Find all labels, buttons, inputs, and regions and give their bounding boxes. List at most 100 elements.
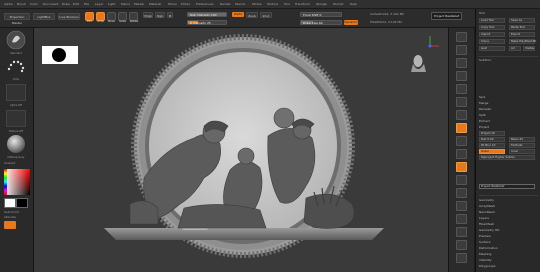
brush-standard-button[interactable]: Standard [3, 30, 29, 55]
menu-help[interactable]: Help [350, 2, 357, 6]
stroke-dots-button[interactable]: Dots [3, 56, 29, 81]
menu-texture[interactable]: Texture [267, 2, 278, 6]
xyz-icon[interactable] [456, 149, 467, 159]
dist-slider[interactable]: Dist 0.02 [479, 137, 505, 142]
rgb-button[interactable]: Rgb [155, 12, 165, 18]
prop-spix[interactable]: Spix [479, 95, 485, 100]
project-basrelief-button[interactable]: Project BasRelief [479, 184, 535, 189]
aahalf-icon[interactable] [456, 97, 467, 107]
section-polygroups[interactable]: Polygroups [479, 264, 495, 269]
alternate-toggle[interactable] [4, 221, 16, 229]
section-layers[interactable]: Layers [479, 216, 489, 221]
rotate-button[interactable]: Rotate [129, 12, 138, 23]
menu-tool[interactable]: Tool [284, 2, 290, 6]
all-button[interactable]: All [509, 46, 521, 51]
projection-master-button[interactable]: Projection Master [4, 13, 30, 25]
section-preview[interactable]: Preview [479, 234, 491, 239]
menu-file[interactable]: File [84, 2, 89, 6]
menu-picker[interactable]: Picker [181, 2, 190, 6]
subtool-header[interactable]: SubTool [479, 58, 491, 63]
rotate3d-icon[interactable] [456, 201, 467, 211]
section-visibility[interactable]: Visibility [479, 258, 492, 263]
import-button[interactable]: Import [479, 32, 505, 37]
section-nanomesh[interactable]: NanoMesh [479, 210, 495, 215]
alpha-button[interactable]: Alpha Off [3, 82, 29, 107]
copy-tool-button[interactable]: Copy Tool [479, 25, 505, 30]
texture-button[interactable]: Texture Off [3, 108, 29, 133]
menu-material[interactable]: Material [149, 2, 161, 6]
zadd-button[interactable]: Zadd [232, 12, 244, 17]
prop-project[interactable]: Project [479, 125, 489, 130]
persp-icon[interactable] [456, 110, 467, 120]
outer-toggle[interactable]: Outer [479, 149, 505, 154]
mrgb-button[interactable]: Mrgb [143, 12, 153, 18]
menu-color[interactable]: Color [30, 2, 38, 6]
export-button[interactable]: Export [509, 32, 535, 37]
reproject-higher-subdiv-button[interactable]: Reproject Higher Subdiv [479, 155, 535, 160]
menu-document[interactable]: Document [43, 2, 59, 6]
edit-button[interactable]: Edit [85, 12, 94, 23]
rgb-intensity-slider[interactable]: Rgb Intensity 100 [187, 12, 227, 17]
switch-color-label[interactable]: SwitchColor [4, 211, 19, 214]
goz-button[interactable]: GoZ [479, 46, 505, 51]
menu-marker[interactable]: Marker [134, 2, 144, 6]
pa-blur-slider[interactable]: PA Blur 10 [479, 143, 505, 148]
menu-render[interactable]: Render [220, 2, 231, 6]
section-geometry[interactable]: Geometry [479, 198, 494, 203]
prop-extract[interactable]: Extract [479, 119, 490, 124]
alternate-label[interactable]: Alternate [4, 216, 16, 219]
clone-button[interactable]: Clone [479, 39, 505, 44]
section-masking[interactable]: Masking [479, 252, 491, 257]
dynamic-button[interactable]: Dynamic [344, 20, 358, 25]
solo-icon[interactable] [456, 253, 467, 263]
color-picker[interactable] [4, 169, 30, 195]
menu-stroke[interactable]: Stroke [252, 2, 262, 6]
menu-transform[interactable]: Transform [295, 2, 310, 6]
menu-stencil[interactable]: Stencil [235, 2, 245, 6]
menu-zscript[interactable]: Zscript [333, 2, 343, 6]
menu-layer[interactable]: Layer [95, 2, 103, 6]
inner-toggle[interactable]: Inner [509, 149, 535, 154]
farthest-toggle[interactable]: Farthest [509, 143, 535, 148]
actual-icon[interactable] [456, 84, 467, 94]
menu-macro[interactable]: Macro [121, 2, 130, 6]
polyf-icon[interactable] [456, 214, 467, 224]
section-deformation[interactable]: Deformation [479, 246, 498, 251]
mean-slider[interactable]: Mean 25 [509, 137, 535, 142]
m-button[interactable]: M [167, 12, 173, 18]
section-geometry-hd[interactable]: Geometry HD [479, 228, 499, 233]
section-arraymesh[interactable]: ArrayMesh [479, 204, 495, 209]
scale-button[interactable]: Scale [118, 12, 127, 23]
project-all-button[interactable]: Project All [479, 131, 505, 136]
move-view-icon[interactable] [456, 175, 467, 185]
menu-brush[interactable]: Brush [17, 2, 26, 6]
secondary-color-swatch[interactable] [16, 198, 28, 208]
nav-gizmo[interactable] [411, 36, 439, 72]
menu-draw[interactable]: Draw [62, 2, 70, 6]
spix-icon[interactable] [456, 45, 467, 55]
paste-tool-button[interactable]: Paste Tool [509, 25, 535, 30]
draw-button[interactable]: Draw [96, 12, 105, 23]
prop-split[interactable]: Split [479, 113, 486, 118]
zoom3d-icon[interactable] [456, 188, 467, 198]
prop-remesh[interactable]: Remesh [479, 107, 491, 112]
zcut-button[interactable]: Zcut [260, 12, 272, 18]
scroll-icon[interactable] [456, 58, 467, 68]
zoom-icon[interactable] [456, 71, 467, 81]
visible-button[interactable]: Visible [523, 46, 535, 51]
local-icon[interactable] [456, 136, 467, 146]
menu-movie[interactable]: Movie [168, 2, 177, 6]
main-color-swatch[interactable] [4, 198, 16, 208]
move-button[interactable]: Move [107, 12, 116, 23]
lightbox-button[interactable]: LightBox [33, 13, 55, 20]
menu-edit[interactable]: Edit [73, 2, 79, 6]
zsub-button[interactable]: Zsub [246, 12, 258, 18]
section-fibermesh[interactable]: FiberMesh [479, 222, 494, 227]
viewport-canvas[interactable] [34, 28, 448, 272]
ghost-icon[interactable] [456, 240, 467, 250]
menu-preferences[interactable]: Preferences [196, 2, 214, 6]
section-surface[interactable]: Surface [479, 240, 490, 245]
save-as-button[interactable]: Save As [509, 18, 535, 23]
transp-icon[interactable] [456, 227, 467, 237]
z-intensity-slider[interactable]: Z Intensity 25 [187, 20, 227, 25]
